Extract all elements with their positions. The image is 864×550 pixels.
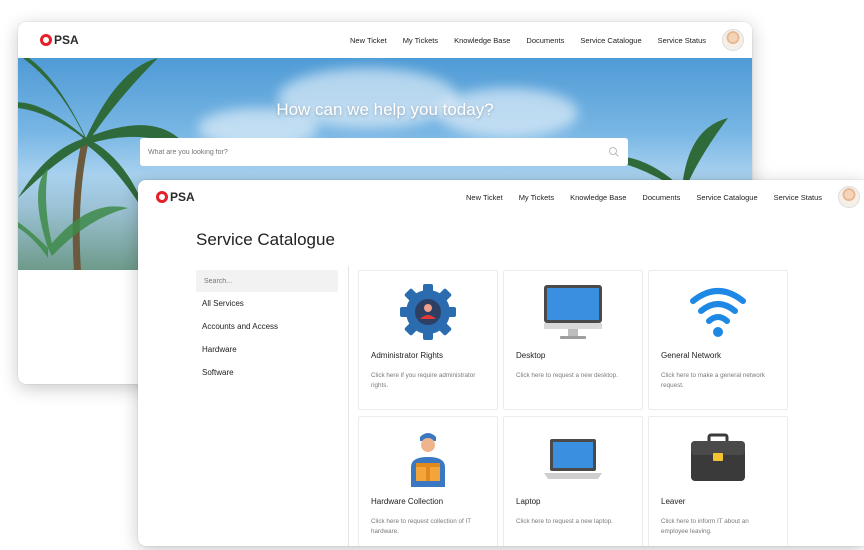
sidebar-item-software[interactable]: Software — [202, 361, 338, 384]
psa-logo[interactable]: PSA — [156, 190, 195, 204]
psa-logo-ring-icon — [156, 191, 168, 203]
nav-knowledge-base[interactable]: Knowledge Base — [454, 36, 510, 45]
briefcase-icon — [691, 433, 745, 481]
sidebar-search-input[interactable] — [204, 277, 330, 285]
sidebar-item-accounts-and-access[interactable]: Accounts and Access — [202, 315, 338, 338]
psa-logo[interactable]: PSA — [40, 33, 79, 47]
card-description: Click here to inform IT about an employe… — [661, 518, 749, 535]
nav-service-status[interactable]: Service Status — [658, 36, 706, 45]
nav-documents[interactable]: Documents — [526, 36, 564, 45]
service-catalogue-window: PSA New Ticket My Tickets Knowledge Base… — [138, 180, 864, 546]
wifi-icon — [690, 288, 746, 337]
gear-user-icon — [400, 284, 456, 340]
card-description: Click here to request a new desktop. — [516, 372, 618, 379]
card-description: Click here to make a general network req… — [661, 372, 765, 389]
card-description: Click here to request collection of IT h… — [371, 518, 471, 535]
sidebar-item-hardware[interactable]: Hardware — [202, 338, 338, 361]
hero-title: How can we help you today? — [276, 100, 494, 119]
nav-service-catalogue[interactable]: Service Catalogue — [580, 36, 641, 45]
hero-search-bar[interactable] — [140, 138, 628, 166]
nav-my-tickets[interactable]: My Tickets — [519, 193, 554, 202]
card-title: General Network — [661, 351, 722, 360]
nav-my-tickets[interactable]: My Tickets — [403, 36, 438, 45]
service-card-hardware-collection[interactable]: Hardware Collection Click here to reques… — [358, 416, 498, 546]
card-title: Laptop — [516, 497, 541, 506]
laptop-icon — [544, 439, 602, 479]
category-sidebar: All Services Accounts and Access Hardwar… — [196, 270, 338, 384]
nav-documents[interactable]: Documents — [642, 193, 680, 202]
catalogue-nav: New Ticket My Tickets Knowledge Base Doc… — [450, 186, 860, 208]
sidebar-item-all-services[interactable]: All Services — [202, 292, 338, 315]
card-title: Desktop — [516, 351, 546, 360]
card-description: Click here if you require administrator … — [371, 372, 476, 389]
card-icon-wrap — [359, 281, 497, 343]
service-card-administrator-rights[interactable]: Administrator Rights Click here if you r… — [358, 270, 498, 410]
hero-search-input[interactable] — [148, 148, 608, 156]
card-icon-wrap — [504, 427, 642, 489]
home-nav: New Ticket My Tickets Knowledge Base Doc… — [334, 29, 744, 51]
psa-logo-ring-icon — [40, 34, 52, 46]
nav-new-ticket[interactable]: New Ticket — [350, 36, 387, 45]
logo-text: PSA — [170, 190, 195, 204]
card-title: Administrator Rights — [371, 351, 444, 360]
nav-new-ticket[interactable]: New Ticket — [466, 193, 503, 202]
service-card-laptop[interactable]: Laptop Click here to request a new lapto… — [503, 416, 643, 546]
card-description: Click here to request a new laptop. — [516, 518, 613, 525]
service-card-general-network[interactable]: General Network Click here to make a gen… — [648, 270, 788, 410]
sidebar-divider — [348, 266, 349, 546]
card-title: Hardware Collection — [371, 497, 444, 506]
search-icon[interactable] — [608, 146, 620, 158]
desktop-icon — [544, 285, 602, 339]
nav-service-status[interactable]: Service Status — [774, 193, 822, 202]
nav-knowledge-base[interactable]: Knowledge Base — [570, 193, 626, 202]
nav-service-catalogue[interactable]: Service Catalogue — [696, 193, 757, 202]
card-icon-wrap — [359, 427, 497, 489]
card-icon-wrap — [649, 281, 787, 343]
screenshot-stage: PSA New Ticket My Tickets Knowledge Base… — [0, 0, 864, 550]
card-icon-wrap — [504, 281, 642, 343]
service-card-leaver[interactable]: Leaver Click here to inform IT about an … — [648, 416, 788, 546]
page-title: Service Catalogue — [196, 230, 335, 249]
card-title: Leaver — [661, 497, 686, 506]
service-card-desktop[interactable]: Desktop Click here to request a new desk… — [503, 270, 643, 410]
user-avatar[interactable] — [838, 186, 860, 208]
sidebar-search-box[interactable] — [196, 270, 338, 292]
delivery-person-icon — [411, 433, 445, 487]
user-avatar[interactable] — [722, 29, 744, 51]
card-icon-wrap — [649, 427, 787, 489]
home-navbar: PSA New Ticket My Tickets Knowledge Base… — [18, 22, 752, 58]
catalogue-navbar: PSA New Ticket My Tickets Knowledge Base… — [138, 180, 864, 214]
logo-text: PSA — [54, 33, 79, 47]
